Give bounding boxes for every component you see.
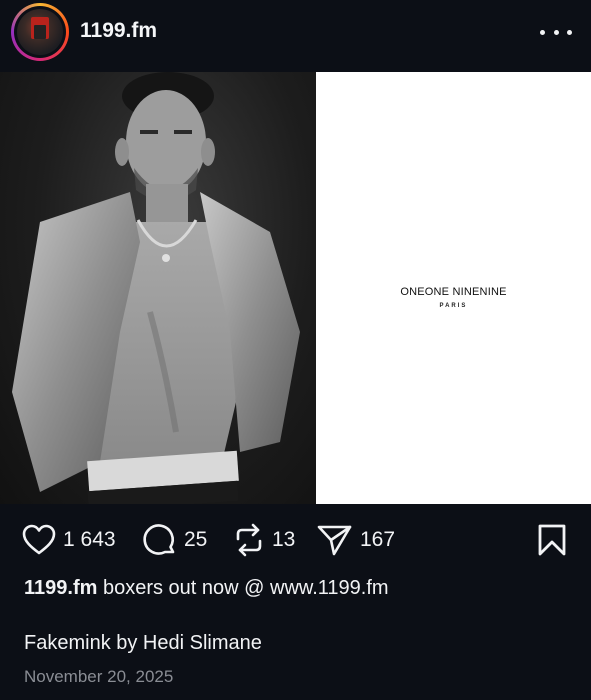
comment-icon [143, 524, 175, 555]
save-action[interactable] [537, 518, 567, 562]
caption-second-line: Fakemink by Hedi Slimane [24, 632, 262, 654]
repost-action[interactable]: 13 [232, 518, 295, 562]
brand-name: ONEONE NINENINE [400, 286, 507, 298]
post-media[interactable]: ONEONE NINENINE PARIS [0, 72, 591, 504]
brand-city: PARIS [439, 303, 468, 309]
post-date: November 20, 2025 [24, 667, 174, 686]
send-icon [317, 525, 352, 556]
username[interactable]: 1199.fm [80, 19, 157, 43]
post-header: 1199.fm [0, 0, 591, 72]
repost-icon [236, 523, 262, 557]
post-actions: 1 643 25 13 167 [0, 518, 591, 562]
avatar[interactable] [11, 3, 69, 61]
brand-panel: ONEONE NINENINE PARIS [316, 72, 591, 504]
like-count: 1 643 [63, 528, 116, 551]
comment-count: 25 [184, 528, 208, 551]
like-action[interactable]: 1 643 [21, 518, 116, 562]
share-count: 167 [360, 528, 396, 551]
avatar-image [17, 9, 63, 55]
post-caption: 1199.fm boxers out now @ www.1199.fm [24, 577, 389, 600]
heart-icon [22, 524, 56, 555]
more-horizontal-icon[interactable] [540, 20, 572, 44]
share-action[interactable]: 167 [316, 518, 395, 562]
bookmark-icon [538, 524, 566, 556]
repost-count: 13 [272, 528, 296, 551]
comment-action[interactable]: 25 [142, 518, 207, 562]
model-photo-illustration [12, 72, 300, 504]
post-photo [0, 72, 316, 504]
caption-text: boxers out now @ www.1199.fm [102, 577, 389, 599]
caption-username[interactable]: 1199.fm [24, 577, 97, 599]
